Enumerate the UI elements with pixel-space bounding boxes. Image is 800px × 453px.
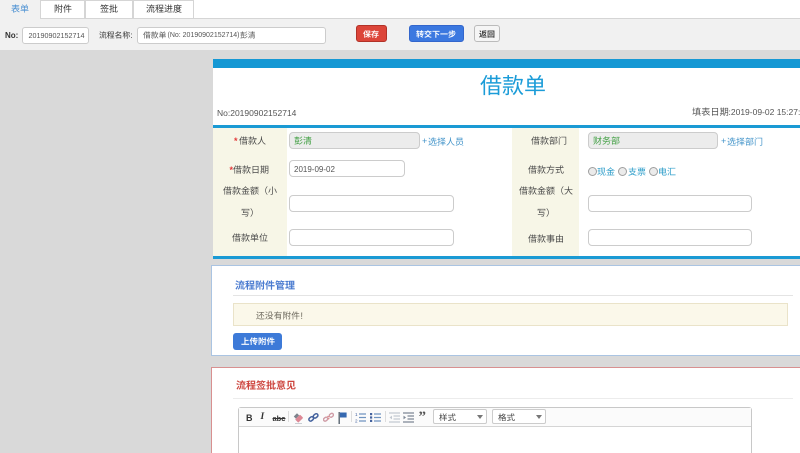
svg-text:1: 1 bbox=[355, 412, 358, 417]
svg-text:2: 2 bbox=[355, 419, 358, 424]
